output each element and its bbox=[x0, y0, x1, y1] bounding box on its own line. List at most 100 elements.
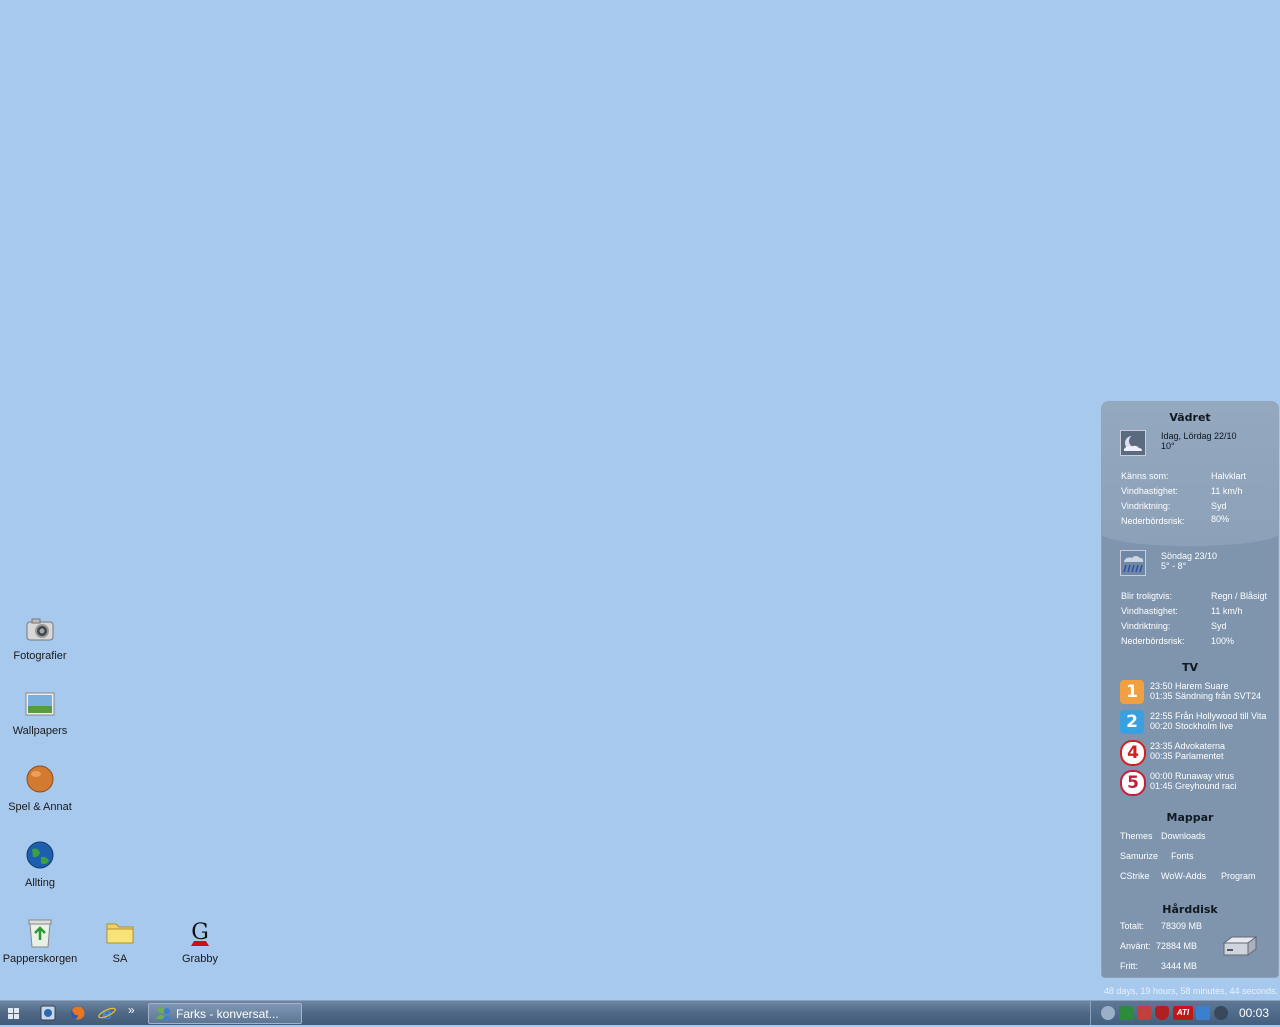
taskbar-window-label: Farks - konversat... bbox=[176, 1007, 279, 1021]
desktop-icon-allting[interactable]: Allting bbox=[0, 841, 80, 889]
moon-cloud-icon bbox=[1120, 430, 1146, 456]
tray-speaker-icon[interactable] bbox=[1214, 1006, 1228, 1020]
tv-show[interactable]: 00:00 Runaway virus bbox=[1150, 771, 1234, 781]
tv-show[interactable]: 23:50 Harem Suare bbox=[1150, 681, 1229, 691]
clock[interactable]: 00:03 bbox=[1239, 1006, 1269, 1020]
taskbar: e » Farks - konversat... ATI 00:03 bbox=[0, 1000, 1280, 1025]
folder-link-themes[interactable]: Themes bbox=[1120, 831, 1153, 841]
desktop-icon-papperskorgen[interactable]: Papperskorgen bbox=[0, 917, 80, 965]
quicklaunch-app[interactable] bbox=[38, 1004, 58, 1022]
grabby-icon: G bbox=[184, 917, 216, 949]
today-heading: Idag, Lördag 22/10 bbox=[1161, 431, 1237, 441]
tv-channel-number: 2 bbox=[1126, 712, 1138, 732]
uptime-text: 48 days, 19 hours, 58 minutes, 44 second… bbox=[1103, 986, 1278, 996]
desktop-icon-fotografier[interactable]: Fotografier bbox=[0, 614, 80, 662]
globe-icon bbox=[24, 841, 56, 873]
network-app-icon bbox=[40, 1005, 56, 1021]
desktop-icon-wallpapers[interactable]: Wallpapers bbox=[0, 689, 80, 737]
hard-drive-icon bbox=[1222, 935, 1258, 959]
desktop-icon-spel-annat[interactable]: Spel & Annat bbox=[0, 765, 80, 813]
folders-title: Mappar bbox=[1166, 811, 1214, 824]
folder-icon bbox=[104, 917, 136, 949]
tomorrow-temp: 5° - 8° bbox=[1161, 561, 1187, 571]
start-button[interactable] bbox=[3, 1004, 25, 1022]
today-label: Vindriktning: bbox=[1121, 501, 1171, 511]
tv-show[interactable]: 00:35 Parlamentet bbox=[1150, 751, 1224, 761]
folder-link-cstrike[interactable]: CStrike bbox=[1120, 871, 1150, 881]
tv-show[interactable]: 00:20 Stockholm live bbox=[1150, 721, 1233, 731]
recycle-bin-icon bbox=[24, 917, 56, 949]
folder-link-fonts[interactable]: Fonts bbox=[1171, 851, 1194, 861]
disk-value: 72884 MB bbox=[1156, 941, 1198, 951]
tomorrow-label: Nederbördsrisk: bbox=[1121, 636, 1185, 646]
tomorrow-value: Regn / Blåsigt bbox=[1211, 591, 1268, 601]
desktop-icon-label: Wallpapers bbox=[12, 725, 68, 737]
desktop-icon-label: Fotografier bbox=[13, 650, 67, 662]
today-label: Vindhastighet: bbox=[1121, 486, 1178, 496]
tv-show[interactable]: 22:55 Från Hollywood till Vita bbox=[1150, 711, 1266, 721]
tray-ati-icon[interactable]: ATI bbox=[1173, 1006, 1193, 1020]
internet-explorer-icon: e bbox=[98, 1004, 116, 1023]
quicklaunch-firefox[interactable] bbox=[68, 1004, 88, 1022]
tv-channel-4-logo: 4 bbox=[1120, 740, 1146, 766]
disk-label: Totalt: bbox=[1120, 921, 1145, 931]
today-value: Halvklart bbox=[1211, 471, 1247, 481]
rain-icon bbox=[1120, 550, 1146, 576]
tv-channel-number: 4 bbox=[1127, 743, 1139, 763]
tv-show[interactable]: 01:45 Greyhound raci bbox=[1150, 781, 1237, 791]
disk-value: 3444 MB bbox=[1161, 961, 1198, 971]
tomorrow-label: Vindriktning: bbox=[1121, 621, 1171, 631]
firefox-icon bbox=[71, 1006, 85, 1020]
tray-connection-icon[interactable] bbox=[1196, 1006, 1210, 1020]
today-value: 11 km/h bbox=[1211, 486, 1243, 496]
system-tray: ATI 00:03 bbox=[1090, 1001, 1280, 1025]
desktop-icon-grabby[interactable]: G Grabby bbox=[160, 917, 240, 965]
tv-title: TV bbox=[1181, 661, 1199, 674]
desktop-icon-label: SA bbox=[112, 953, 128, 965]
folder-link-program[interactable]: Program bbox=[1221, 871, 1256, 881]
disk-title: Hårddisk bbox=[1162, 903, 1218, 916]
quicklaunch-chevron[interactable]: » bbox=[128, 1003, 140, 1021]
today-label: Känns som: bbox=[1121, 471, 1169, 481]
svg-text:e: e bbox=[102, 1004, 112, 1022]
tv-channel-1-logo: 1 bbox=[1120, 680, 1144, 704]
desktop-icon-sa[interactable]: SA bbox=[80, 917, 160, 965]
desktop-icon-label: Grabby bbox=[181, 953, 219, 965]
disk-value: 78309 MB bbox=[1161, 921, 1203, 931]
ball-icon bbox=[24, 765, 56, 797]
tray-excel-icon[interactable] bbox=[1119, 1006, 1133, 1020]
tray-shield-icon[interactable] bbox=[1155, 1006, 1169, 1020]
folder-link-downloads[interactable]: Downloads bbox=[1161, 831, 1206, 841]
tv-show[interactable]: 23:35 Advokaterna bbox=[1150, 741, 1225, 751]
messenger-icon bbox=[156, 1007, 172, 1020]
picture-icon bbox=[24, 689, 56, 721]
folder-link-samurize[interactable]: Samurize bbox=[1120, 851, 1158, 861]
today-temp: 10° bbox=[1161, 441, 1175, 451]
tomorrow-label: Vindhastighet: bbox=[1121, 606, 1178, 616]
tray-globe-icon[interactable] bbox=[1101, 1006, 1115, 1020]
tray-network-icon[interactable] bbox=[1137, 1006, 1151, 1020]
info-widget: Vädret Idag, Lördag 22/10 10° Känns som:… bbox=[1101, 401, 1279, 978]
tv-channel-number: 1 bbox=[1126, 682, 1138, 702]
taskbar-window-button[interactable]: Farks - konversat... bbox=[148, 1003, 302, 1024]
today-value: 80% bbox=[1211, 514, 1230, 524]
tv-channel-number: 5 bbox=[1127, 773, 1139, 793]
tomorrow-value: 11 km/h bbox=[1211, 606, 1243, 616]
tv-channel-2-logo: 2 bbox=[1120, 710, 1144, 734]
windows-grid-icon bbox=[8, 1008, 19, 1019]
tv-channel-5-logo: 5 bbox=[1120, 770, 1146, 796]
disk-label: Fritt: bbox=[1120, 961, 1138, 971]
camera-icon bbox=[24, 614, 56, 646]
tomorrow-label: Blir troligtvis: bbox=[1121, 591, 1173, 601]
desktop-icon-label: Spel & Annat bbox=[8, 801, 72, 813]
tomorrow-value: 100% bbox=[1211, 636, 1235, 646]
folder-link-wow-adds[interactable]: WoW-Adds bbox=[1161, 871, 1206, 881]
desktop-icon-label: Allting bbox=[25, 877, 55, 889]
weather-title: Vädret bbox=[1169, 411, 1211, 424]
tomorrow-value: Syd bbox=[1211, 621, 1227, 631]
tv-show[interactable]: 01:35 Sändning från SVT24 bbox=[1150, 691, 1261, 701]
quicklaunch-ie[interactable]: e bbox=[97, 1004, 117, 1023]
today-value: Syd bbox=[1211, 501, 1227, 511]
disk-label: Använt: bbox=[1120, 941, 1151, 951]
desktop-icon-label: Papperskorgen bbox=[2, 953, 78, 965]
